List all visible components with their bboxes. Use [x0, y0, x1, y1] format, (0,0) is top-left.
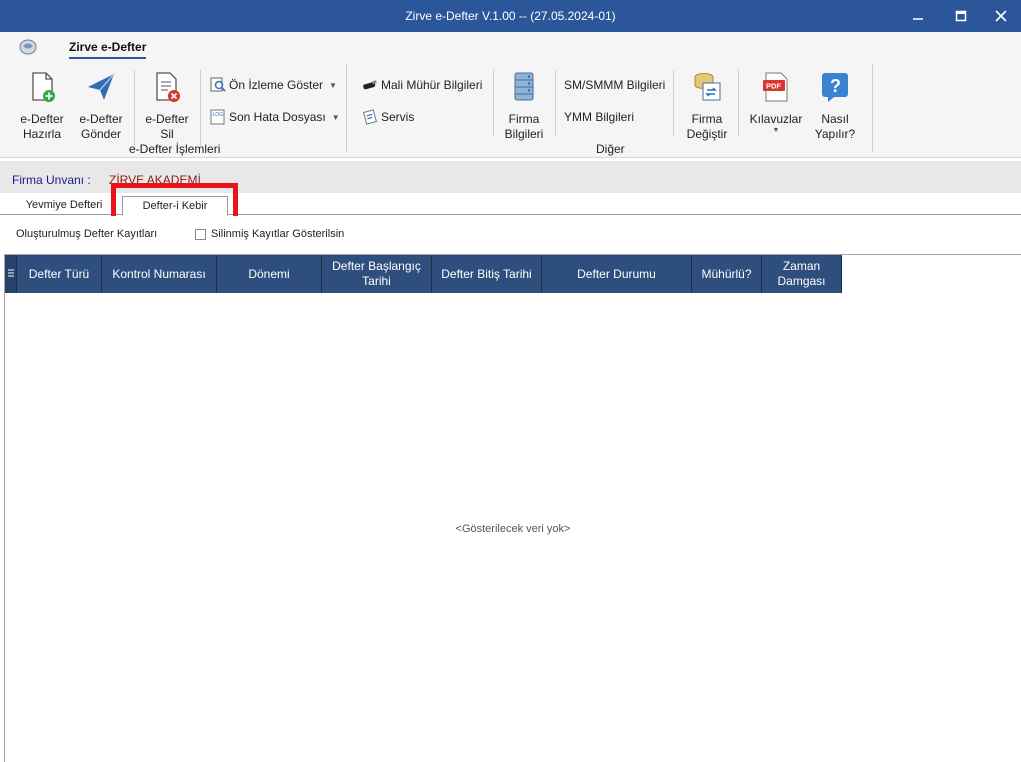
group-label-edefter-islemleri: e-Defter İşlemleri	[129, 142, 221, 156]
title-bar: Zirve e-Defter V.1.00 -- (27.05.2024-01)	[0, 0, 1021, 32]
firma-degistir-label: Firma Değiştir	[686, 112, 728, 141]
grid-empty-message: <Gösterilecek veri yok>	[455, 523, 571, 535]
column-header-defter-baslangic-tarihi[interactable]: Defter Başlangıç Tarihi	[322, 255, 432, 293]
ribbon: Zirve e-Defter e-Defter Hazırla e-Defter…	[0, 32, 1021, 158]
options-row: Oluşturulmuş Defter Kayıtları Silinmiş K…	[0, 216, 1021, 253]
app-menu-button[interactable]	[18, 38, 38, 56]
delete-document-icon	[156, 72, 180, 102]
edefter-hazirla-label: e-Defter Hazırla	[20, 112, 64, 141]
nasil-yapilir-label: Nasıl Yapılır?	[814, 112, 856, 141]
ribbon-separator	[872, 64, 873, 152]
ribbon-separator	[134, 70, 135, 146]
ribbon-separator	[493, 70, 494, 136]
column-header-defter-turu[interactable]: Defter Türü	[17, 255, 102, 293]
app-orb-icon	[19, 39, 37, 55]
mali-muhur-label: Mali Mühür Bilgileri	[381, 78, 483, 92]
records-label: Oluşturulmuş Defter Kayıtları	[16, 228, 158, 240]
close-icon	[995, 10, 1007, 22]
servis-label: Servis	[381, 110, 415, 124]
column-chooser-icon	[7, 269, 14, 277]
pdf-badge: PDF	[766, 82, 781, 91]
minimize-button[interactable]	[897, 0, 939, 32]
firma-bilgileri-label: Firma Bilgileri	[504, 112, 544, 141]
group-label-diger: Diğer	[596, 142, 625, 156]
kilavuzlar-dropdown[interactable]: PDF Kılavuzlar ▼	[747, 70, 805, 135]
firma-degistir-button[interactable]: Firma Değiştir	[683, 70, 731, 142]
chevron-down-icon: ▼	[772, 127, 780, 134]
chevron-down-icon: ▼	[331, 112, 340, 122]
on-izleme-goster-dropdown[interactable]: Ön İzleme Göster ▼	[210, 76, 337, 94]
ribbon-separator	[555, 70, 556, 136]
usb-token-icon	[363, 80, 377, 90]
preview-icon	[210, 77, 226, 92]
send-icon	[88, 73, 115, 100]
son-hata-dosyasi-dropdown[interactable]: LOG Son Hata Dosyası ▼	[210, 108, 340, 126]
pdf-icon: PDF	[763, 72, 788, 102]
chevron-down-icon: ▼	[329, 80, 337, 90]
column-header-donemi[interactable]: Dönemi	[217, 255, 322, 293]
firma-unvani-value: ZİRVE AKADEMİ	[109, 173, 201, 187]
edefter-sil-label: e-Defter Sil	[145, 112, 189, 141]
on-izleme-label: Ön İzleme Göster	[229, 78, 324, 92]
servis-button[interactable]: Servis	[362, 108, 414, 126]
show-deleted-label[interactable]: Silinmiş Kayıtlar Gösterilsin	[211, 228, 344, 240]
edefter-gonder-label: e-Defter Gönder	[79, 112, 123, 141]
edefter-sil-button[interactable]: e-Defter Sil	[142, 70, 192, 142]
service-icon	[363, 109, 377, 125]
column-header-muhurlu[interactable]: Mühürlü?	[692, 255, 762, 293]
ribbon-separator	[738, 70, 739, 136]
tab-yevmiye-defteri[interactable]: Yevmiye Defteri	[14, 196, 114, 215]
mali-muhur-bilgileri-button[interactable]: Mali Mühür Bilgileri	[362, 76, 482, 94]
ymm-label: YMM Bilgileri	[564, 110, 635, 124]
column-header-defter-bitis-tarihi[interactable]: Defter Bitiş Tarihi	[432, 255, 542, 293]
firma-bilgileri-button[interactable]: Firma Bilgileri	[500, 70, 548, 142]
switch-company-icon	[694, 73, 721, 101]
database-server-icon	[514, 72, 534, 101]
records-grid[interactable]: Defter Türü Kontrol Numarası Dönemi Deft…	[4, 254, 1021, 762]
nasil-yapilir-button[interactable]: ? Nasıl Yapılır?	[810, 70, 860, 142]
minimize-icon	[913, 18, 923, 20]
firma-unvani-label: Firma Unvanı :	[12, 173, 91, 187]
new-document-icon	[32, 72, 55, 102]
ribbon-separator	[673, 70, 674, 136]
ymm-bilgileri-button[interactable]: YMM Bilgileri	[564, 108, 634, 126]
log-file-icon: LOG	[210, 109, 225, 125]
column-header-kontrol-numarasi[interactable]: Kontrol Numarası	[102, 255, 217, 293]
ribbon-separator	[346, 64, 347, 152]
show-deleted-checkbox[interactable]	[195, 229, 206, 240]
sm-smmm-label: SM/SMMM Bilgileri	[564, 78, 666, 92]
help-icon: ?	[822, 73, 848, 102]
help-glyph: ?	[830, 76, 841, 96]
maximize-button[interactable]	[940, 0, 982, 32]
kilavuzlar-label: Kılavuzlar	[749, 112, 803, 126]
edefter-hazirla-button[interactable]: e-Defter Hazırla	[12, 70, 72, 142]
log-badge: LOG	[213, 112, 224, 118]
window-title: Zirve e-Defter V.1.00 -- (27.05.2024-01)	[405, 9, 616, 23]
edefter-gonder-button[interactable]: e-Defter Gönder	[75, 70, 127, 142]
sm-smmm-bilgileri-button[interactable]: SM/SMMM Bilgileri	[564, 76, 665, 94]
column-header-zaman-damgasi[interactable]: Zaman Damgası	[762, 255, 842, 293]
son-hata-label: Son Hata Dosyası	[229, 110, 326, 124]
grid-header: Defter Türü Kontrol Numarası Dönemi Deft…	[5, 255, 842, 293]
ribbon-separator	[200, 70, 201, 146]
maximize-icon	[955, 10, 967, 22]
close-button[interactable]	[980, 0, 1021, 32]
column-header-defter-durumu[interactable]: Defter Durumu	[542, 255, 692, 293]
tab-strip: Yevmiye Defteri Defter-i Kebir	[0, 193, 1021, 216]
tab-defter-i-kebir[interactable]: Defter-i Kebir	[122, 196, 228, 216]
row-indicator-header[interactable]	[5, 255, 17, 293]
firma-bar: Firma Unvanı : ZİRVE AKADEMİ	[0, 161, 1021, 193]
ribbon-tab-zirve-edefter[interactable]: Zirve e-Defter	[69, 40, 147, 59]
